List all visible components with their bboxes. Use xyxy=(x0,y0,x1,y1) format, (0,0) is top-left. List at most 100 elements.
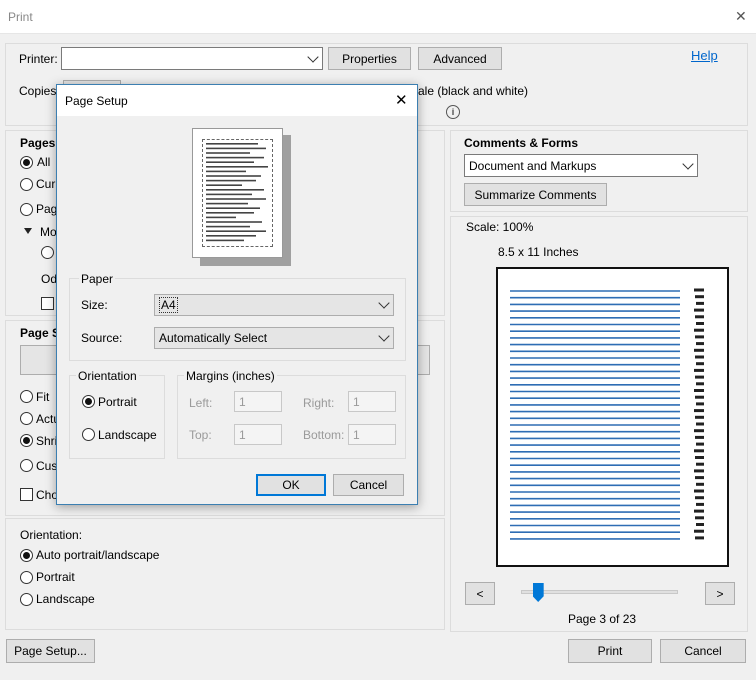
preview-line-number xyxy=(694,288,704,292)
thumbnail-line xyxy=(206,170,246,173)
dialog-ok-button[interactable]: OK xyxy=(256,474,326,496)
reverse-checkbox[interactable] xyxy=(41,297,54,310)
thumbnail-line xyxy=(206,239,244,242)
preview-line-number xyxy=(695,375,704,379)
size-label: Size: xyxy=(81,298,108,312)
bottom-margin-label: Bottom: xyxy=(303,428,345,442)
dialog-orientation-label: Orientation xyxy=(76,369,139,383)
custom-scale-radio[interactable] xyxy=(20,459,33,472)
preview-line-number xyxy=(694,348,704,352)
dialog-cancel-button[interactable]: Cancel xyxy=(333,474,404,496)
thumbnail-line xyxy=(206,207,260,209)
preview-line-number xyxy=(695,496,704,500)
thumbnail-line xyxy=(206,193,252,196)
left-margin-input[interactable]: 1 xyxy=(234,391,282,412)
preview-line-number xyxy=(694,328,704,332)
auto-orientation-radio[interactable] xyxy=(20,549,33,562)
preview-line-number xyxy=(695,536,704,540)
thumbnail-line xyxy=(206,152,250,154)
dialog-portrait-radio[interactable] xyxy=(82,395,95,408)
pages-current-label: Cur xyxy=(36,177,56,191)
comments-header: Comments & Forms xyxy=(464,136,579,150)
source-label: Source: xyxy=(81,331,123,345)
right-margin-input[interactable]: 1 xyxy=(348,391,396,412)
preview-line-number xyxy=(696,462,704,466)
advanced-button[interactable]: Advanced xyxy=(418,47,502,70)
preview-content xyxy=(510,288,704,540)
dialog-close-icon[interactable]: ✕ xyxy=(395,91,408,109)
custom-scale-label: Cus xyxy=(36,459,58,473)
preview-line-number xyxy=(694,409,704,413)
comments-select[interactable]: Document and Markups xyxy=(464,154,698,177)
pages-range-radio[interactable] xyxy=(20,203,33,216)
page-info: Page 3 of 23 xyxy=(568,612,637,626)
pages-all-radio[interactable] xyxy=(20,156,33,169)
pages-all-label: All xyxy=(37,155,51,169)
actual-size-radio[interactable] xyxy=(20,412,33,425)
top-margin-input[interactable]: 1 xyxy=(234,424,282,445)
thumbnail-line xyxy=(206,175,261,177)
bottom-margin-input[interactable]: 1 xyxy=(348,424,396,445)
paper-size-select[interactable]: A4 xyxy=(154,294,394,316)
more-radio[interactable] xyxy=(41,246,54,259)
printer-select[interactable] xyxy=(61,47,323,70)
preview-line-number xyxy=(696,402,704,406)
chevron-down-icon xyxy=(378,330,390,342)
summarize-comments-button[interactable]: Summarize Comments xyxy=(464,183,607,206)
triangle-down-icon[interactable] xyxy=(24,228,32,234)
odd-even-label: Od xyxy=(41,272,58,286)
help-link[interactable]: Help xyxy=(691,48,718,63)
paper-source-select[interactable]: Automatically Select xyxy=(154,327,394,349)
page-setup-button[interactable]: Page Setup... xyxy=(6,639,95,663)
preview-line-number xyxy=(696,422,704,426)
next-page-button[interactable]: > xyxy=(705,582,735,605)
thumbnail-line xyxy=(206,156,264,159)
preview-line-number xyxy=(696,301,704,305)
preview-line-number xyxy=(694,308,704,312)
chevron-down-icon xyxy=(378,297,390,309)
dialog-landscape-label: Landscape xyxy=(98,428,157,442)
dialog-orientation-group xyxy=(69,375,165,459)
thumbnail-line xyxy=(206,202,248,205)
landscape-radio[interactable] xyxy=(20,593,33,606)
thumbnail-line xyxy=(206,184,242,186)
thumbnail-line xyxy=(206,179,256,182)
fit-label: Fit xyxy=(36,390,50,404)
preview-line-number xyxy=(695,315,704,319)
thumbnail-line xyxy=(206,198,266,200)
portrait-label: Portrait xyxy=(36,570,75,584)
dialog-title: Page Setup xyxy=(65,94,128,108)
right-margin-label: Right: xyxy=(303,396,335,410)
grayscale-label: ale (black and white) xyxy=(418,84,529,98)
close-icon[interactable]: ✕ xyxy=(735,8,747,25)
pages-range-label: Pag xyxy=(36,202,58,216)
chevron-down-icon xyxy=(682,157,694,170)
choose-paper-checkbox[interactable] xyxy=(20,488,33,501)
thumbnail-line xyxy=(206,161,254,163)
preview-line-number xyxy=(696,442,704,446)
page-thumbnail xyxy=(192,128,283,258)
thumbnail-line xyxy=(206,166,268,168)
window-title: Print xyxy=(8,10,33,24)
preview-line-number xyxy=(695,395,704,399)
fit-radio[interactable] xyxy=(20,390,33,403)
prev-page-button[interactable]: < xyxy=(465,582,495,605)
page-sizing-header: Page S xyxy=(20,326,61,340)
shrink-radio[interactable] xyxy=(20,434,33,447)
top-margin-label: Top: xyxy=(189,428,212,442)
print-button[interactable]: Print xyxy=(568,639,652,663)
cancel-button[interactable]: Cancel xyxy=(660,639,746,663)
preview-line-number xyxy=(695,355,704,359)
title-bar xyxy=(0,0,756,34)
dialog-portrait-label: Portrait xyxy=(98,395,137,409)
shrink-label: Shri xyxy=(36,434,58,448)
properties-button[interactable]: Properties xyxy=(328,47,411,70)
preview-line-number xyxy=(695,415,704,419)
portrait-radio[interactable] xyxy=(20,571,33,584)
pages-current-radio[interactable] xyxy=(20,178,33,191)
preview-line-number xyxy=(696,362,704,366)
thumbnail-line xyxy=(206,230,266,232)
dialog-landscape-radio[interactable] xyxy=(82,428,95,441)
page-slider-track[interactable] xyxy=(521,590,678,594)
preview-page xyxy=(496,267,729,567)
